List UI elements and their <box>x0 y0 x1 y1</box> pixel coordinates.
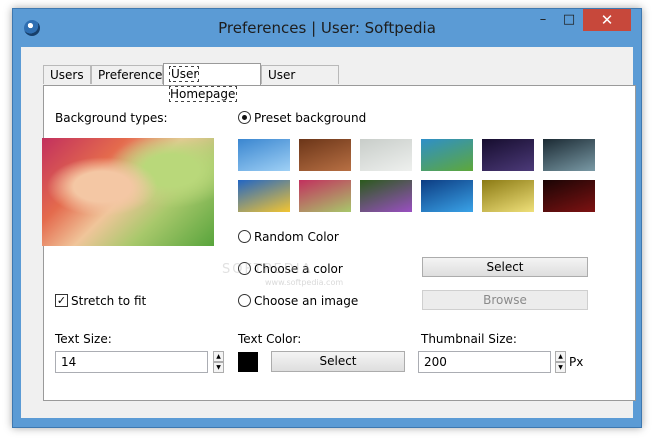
text-color-select-button[interactable]: Select <box>271 351 405 372</box>
watermark-text: SOFTPEDIA <box>222 262 313 277</box>
text-size-spinner: ▲ ▼ <box>213 351 224 373</box>
choose-color-select-button[interactable]: Select <box>422 257 588 277</box>
preset-thumbnail-sea-ship[interactable] <box>543 139 595 171</box>
preset-thumbnail-foggy-pillars[interactable] <box>360 139 412 171</box>
browse-button[interactable]: Browse <box>422 290 588 310</box>
preset-thumbnail-earth-tree[interactable] <box>238 139 290 171</box>
preset-thumbnail-cartoon-field[interactable] <box>421 139 473 171</box>
thumbnail-size-spinner: ▲ ▼ <box>555 351 566 373</box>
preset-background-label[interactable]: Preset background <box>254 111 366 125</box>
text-color-label: Text Color: <box>238 332 302 346</box>
thumbnail-size-decrement-button[interactable]: ▼ <box>555 362 566 373</box>
random-color-label[interactable]: Random Color <box>254 230 339 244</box>
preset-thumbnail-dark-red[interactable] <box>543 180 595 212</box>
preset-thumbnail-autumn-leaf[interactable] <box>299 180 351 212</box>
thumbnail-size-unit: Px <box>569 355 584 369</box>
preset-thumbnail-purple-flowers[interactable] <box>360 180 412 212</box>
preset-background-radio[interactable] <box>238 111 251 124</box>
choose-image-label[interactable]: Choose an image <box>254 294 358 308</box>
background-preview-image <box>42 138 214 246</box>
background-types-label: Background types: <box>55 111 168 125</box>
maximize-button[interactable]: □ <box>556 9 582 31</box>
close-button[interactable]: ✕ <box>583 9 631 31</box>
preset-thumbnail-space-planet[interactable] <box>482 139 534 171</box>
title-bar[interactable]: Preferences | User: Softpedia – □ ✕ <box>13 9 641 47</box>
text-color-swatch[interactable] <box>238 352 258 372</box>
random-color-radio[interactable] <box>238 230 251 243</box>
preset-thumbnail-sunflower[interactable] <box>238 180 290 212</box>
thumbnail-size-input[interactable]: 200 <box>418 351 551 373</box>
preset-thumbnail-cow-pile[interactable] <box>299 139 351 171</box>
text-size-input[interactable]: 14 <box>55 351 208 373</box>
thumbnail-size-label: Thumbnail Size: <box>421 332 517 346</box>
tab-user-security[interactable]: User Security <box>261 65 339 101</box>
preset-thumbnail-blue-swirl[interactable] <box>421 180 473 212</box>
stretch-to-fit-checkbox[interactable]: ✓ <box>55 294 68 307</box>
preset-thumbnail-dandelion[interactable] <box>482 180 534 212</box>
tab-label: Preferences <box>98 68 169 82</box>
minimize-button[interactable]: – <box>530 9 556 31</box>
tab-user-homepage[interactable]: User Homepage <box>163 63 261 102</box>
text-size-decrement-button[interactable]: ▼ <box>213 362 224 373</box>
thumbnail-size-increment-button[interactable]: ▲ <box>555 351 566 362</box>
tab-label: User Homepage <box>168 66 238 102</box>
tab-preferences[interactable]: Preferences <box>91 65 169 84</box>
text-size-label: Text Size: <box>55 332 112 346</box>
stretch-to-fit-label[interactable]: Stretch to fit <box>71 294 146 308</box>
watermark-subtext: www.softpedia.com <box>265 278 344 287</box>
choose-image-radio[interactable] <box>238 294 251 307</box>
tab-users[interactable]: Users <box>43 65 91 84</box>
text-size-increment-button[interactable]: ▲ <box>213 351 224 362</box>
tab-label: Users <box>50 68 84 82</box>
